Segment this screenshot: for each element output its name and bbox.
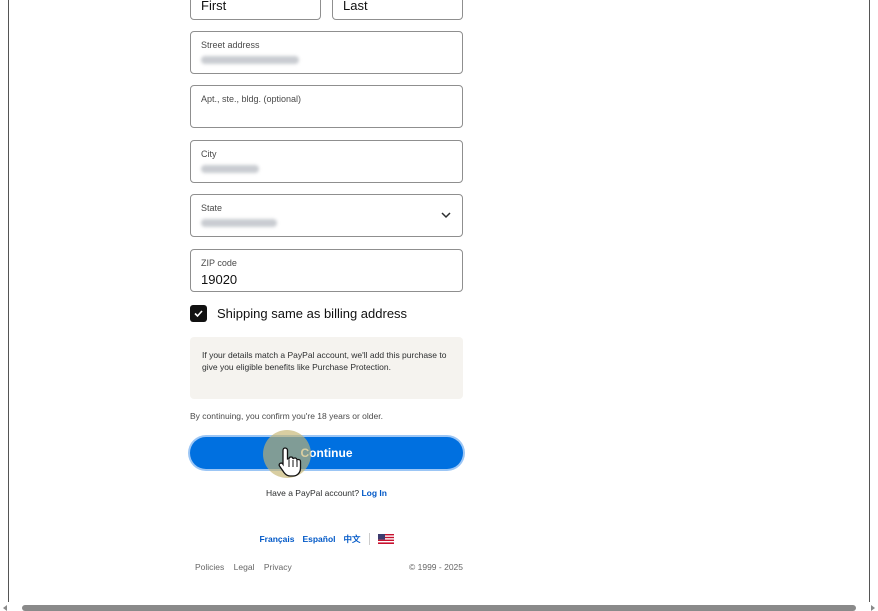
city-redacted-value (201, 165, 259, 173)
window-border-left (8, 0, 9, 611)
street-address-redacted-value (201, 56, 299, 64)
horizontal-scrollbar-thumb[interactable] (22, 605, 856, 611)
continue-button[interactable]: Continue (190, 437, 463, 469)
state-select[interactable]: State (190, 194, 463, 237)
scroll-right-arrow-icon[interactable] (871, 605, 875, 611)
shipping-same-label: Shipping same as billing address (217, 305, 408, 321)
zip-code-label: ZIP code (201, 258, 237, 268)
street-address-field[interactable]: Street address (190, 31, 463, 74)
language-spanish-link[interactable]: Español (302, 534, 335, 544)
copyright: © 1999 - 2025 (409, 562, 463, 572)
shipping-same-row[interactable]: Shipping same as billing address (190, 304, 407, 322)
state-redacted-value (201, 219, 277, 227)
first-name-text: First (201, 0, 227, 13)
apt-label: Apt., ste., bldg. (optional) (201, 94, 302, 104)
apt-field[interactable]: Apt., ste., bldg. (optional) (190, 85, 463, 128)
paypal-benefits-info: If your details match a PayPal account, … (190, 337, 463, 399)
language-selector: Français Español 中文 (190, 533, 463, 545)
us-flag-icon[interactable] (377, 534, 394, 544)
footer: Policies Legal Privacy © 1999 - 2025 (195, 562, 463, 572)
last-name-field[interactable]: Last (332, 0, 463, 20)
shipping-same-checkbox[interactable] (190, 304, 207, 322)
footer-privacy-link[interactable]: Privacy (264, 562, 292, 572)
zip-code-value: 19020 (201, 272, 238, 287)
footer-policies-link[interactable]: Policies (195, 562, 224, 572)
log-in-link[interactable]: Log In (361, 488, 387, 498)
city-field[interactable]: City (190, 140, 463, 183)
street-address-label: Street address (201, 40, 260, 50)
language-french-link[interactable]: Français (259, 534, 294, 544)
age-confirmation-note: By continuing, you confirm you're 18 yea… (190, 411, 383, 421)
window-border-right (869, 0, 870, 611)
scroll-left-arrow-icon[interactable] (3, 605, 7, 611)
login-prompt: Have a PayPal account? Log In (190, 488, 463, 498)
first-name-field[interactable]: First (190, 0, 321, 20)
city-label: City (201, 149, 217, 159)
chevron-down-icon (441, 212, 451, 219)
language-chinese-link[interactable]: 中文 (344, 533, 361, 545)
login-prompt-text: Have a PayPal account? (266, 488, 360, 498)
checkmark-icon (194, 309, 203, 317)
hand-pointer-cursor-icon (278, 447, 302, 477)
state-label: State (201, 203, 223, 213)
zip-code-field[interactable]: ZIP code 19020 (190, 249, 463, 292)
footer-legal-link[interactable]: Legal (234, 562, 255, 572)
language-divider (368, 533, 370, 545)
paypal-benefits-text: If your details match a PayPal account, … (202, 350, 447, 372)
last-name-text: Last (343, 0, 368, 13)
